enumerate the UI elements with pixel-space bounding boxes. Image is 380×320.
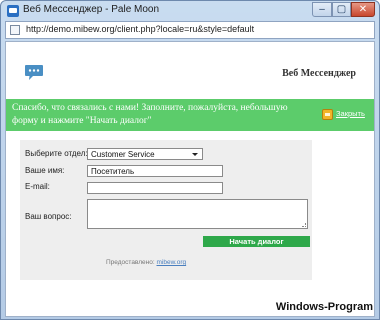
page-icon — [10, 25, 20, 35]
banner-text: Спасибо, что связались с нами! Заполните… — [12, 103, 288, 126]
title-bar[interactable]: Веб Мессенджер - Pale Moon – ▢ ✕ — [1, 1, 379, 21]
department-value: Customer Service — [91, 150, 155, 159]
question-label: Ваш вопрос: — [25, 212, 72, 221]
start-chat-button[interactable]: Начать диалог — [203, 236, 310, 247]
address-bar[interactable]: http://demo.mibew.org/client.php?locale=… — [5, 21, 375, 39]
question-textarea[interactable] — [87, 199, 308, 229]
name-input[interactable] — [87, 165, 223, 177]
browser-app-icon — [7, 5, 19, 17]
welcome-banner: Спасибо, что связались с нами! Заполните… — [6, 99, 374, 131]
email-input[interactable] — [87, 182, 223, 194]
department-label: Выберите отдел: — [25, 149, 88, 158]
resize-grip-icon[interactable] — [302, 223, 306, 227]
page-content: Веб Мессенджер Спасибо, что связались с … — [5, 41, 375, 317]
url-text[interactable]: http://demo.mibew.org/client.php?locale=… — [26, 24, 254, 34]
browser-window: Веб Мессенджер - Pale Moon – ▢ ✕ http://… — [0, 0, 380, 320]
page-title: Веб Мессенджер — [282, 68, 356, 79]
chevron-down-icon[interactable] — [192, 153, 198, 156]
department-select[interactable]: Customer Service — [87, 148, 203, 160]
maximize-button[interactable]: ▢ — [332, 2, 351, 17]
watermark-text: Windows-Program — [275, 301, 373, 313]
close-button[interactable]: ✕ — [351, 2, 375, 17]
powered-by: Предоставлено: mibew.org — [106, 259, 186, 266]
name-label: Ваше имя: — [25, 166, 65, 175]
close-chat-label[interactable]: Закрыть — [336, 109, 365, 118]
close-window-icon[interactable] — [322, 109, 333, 120]
minimize-button[interactable]: – — [312, 2, 332, 17]
powered-label: Предоставлено: — [106, 259, 155, 266]
close-chat-link[interactable]: Закрыть — [322, 109, 372, 121]
email-label: E-mail: — [25, 182, 50, 191]
chat-bubble-icon — [25, 65, 43, 80]
window-title: Веб Мессенджер - Pale Moon — [23, 4, 160, 15]
powered-link[interactable]: mibew.org — [156, 259, 186, 266]
